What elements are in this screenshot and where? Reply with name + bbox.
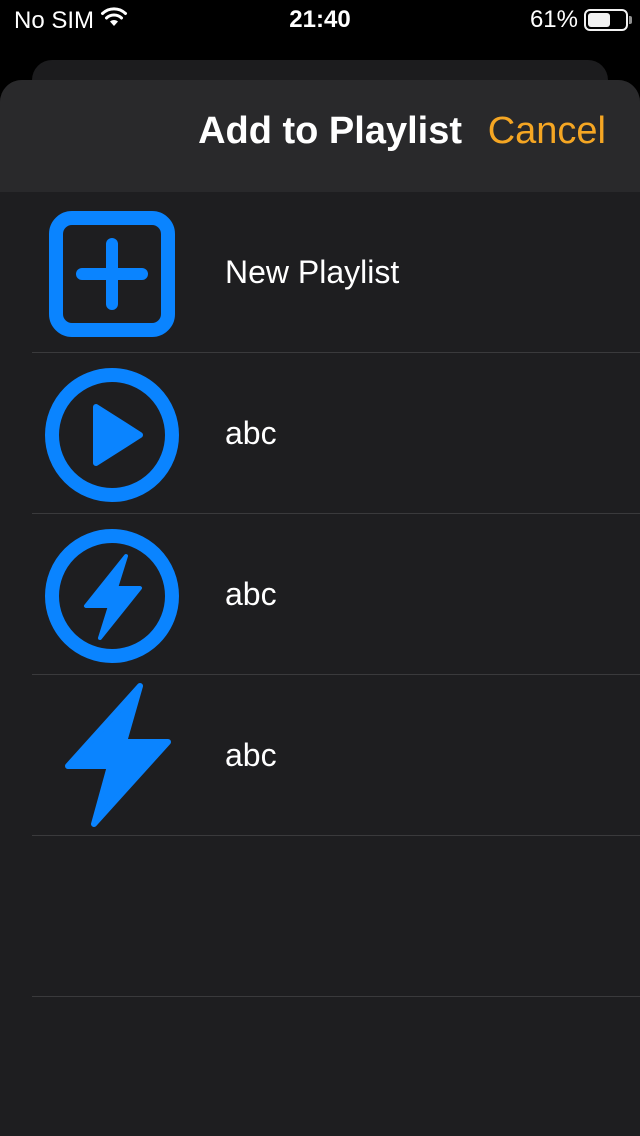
battery-status: 61%	[529, 6, 632, 34]
battery-percent: 61%	[529, 6, 578, 33]
empty-row	[32, 836, 640, 997]
play-circle-icon	[42, 365, 182, 505]
playlist-label: abc	[225, 575, 277, 612]
playlist-list: New Playlist abc abc abc	[0, 192, 640, 997]
playlist-row[interactable]: abc	[32, 514, 640, 675]
playlist-label: abc	[225, 414, 277, 451]
battery-fill	[588, 13, 610, 27]
playlist-label: abc	[225, 736, 277, 773]
playlist-sheet: Add to Playlist Cancel New Playlist abc	[0, 80, 640, 1136]
cancel-button[interactable]: Cancel	[488, 110, 606, 153]
new-playlist-row[interactable]: New Playlist	[32, 192, 640, 353]
nav-bar: Add to Playlist Cancel	[0, 80, 640, 192]
status-bar: No SIM 21:40 61%	[0, 0, 640, 40]
playlist-row[interactable]: abc	[32, 675, 640, 836]
page-title: Add to Playlist	[198, 110, 462, 152]
bolt-icon	[42, 680, 182, 827]
playlist-row[interactable]: abc	[32, 353, 640, 514]
plus-square-icon	[42, 204, 182, 344]
battery-icon	[584, 9, 632, 31]
new-playlist-label: New Playlist	[225, 253, 400, 290]
bolt-circle-icon	[42, 526, 182, 666]
